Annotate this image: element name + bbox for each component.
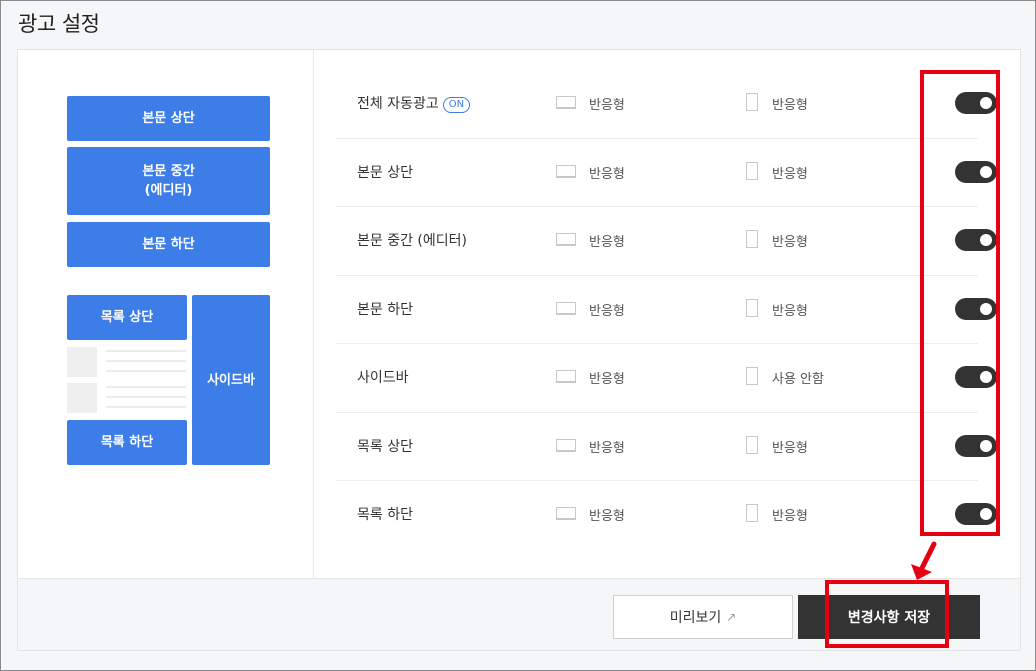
preview-list-bottom: 목록 하단 [67, 420, 187, 465]
row-label: 본문 하단 [357, 301, 413, 318]
pc-ad-type[interactable]: 반응형 [589, 231, 625, 250]
pc-ad-type[interactable]: 반응형 [589, 368, 625, 387]
list-thumbnail [67, 383, 97, 413]
mobile-ad-type[interactable]: 반응형 [772, 437, 808, 456]
external-link-icon: ↗ [726, 610, 737, 624]
row-label: 본문 중간 (에디터) [357, 233, 467, 249]
list-line [106, 350, 186, 352]
list-line [106, 386, 186, 388]
mobile-ad-type[interactable]: 반응형 [772, 300, 808, 319]
on-badge: ON [442, 97, 471, 113]
mobile-phone-icon [746, 93, 758, 111]
preview-list-top: 목록 상단 [67, 295, 187, 340]
list-line [106, 360, 186, 362]
ad-row-post-top: 본문 상단 반응형 반응형 [336, 139, 997, 207]
desktop-monitor-icon [556, 370, 576, 383]
preview-label: 미리보기 [669, 610, 722, 626]
page-title: 광고 설정 [18, 12, 100, 36]
list-thumbnail [67, 347, 97, 377]
ad-row-list-bottom: 목록 하단 반응형 반응형 [336, 481, 997, 550]
row-label: 사이드바 [357, 370, 409, 386]
red-arrow-icon [911, 541, 937, 580]
desktop-monitor-icon [556, 507, 576, 520]
mobile-phone-icon [746, 504, 758, 522]
mobile-ad-type[interactable]: 반응형 [772, 163, 808, 182]
mobile-phone-icon [746, 298, 758, 317]
desktop-monitor-icon [556, 164, 576, 178]
row-label-text: 전체 자동광고 [357, 96, 439, 112]
mobile-phone-icon [746, 230, 758, 248]
desktop-monitor-icon [556, 438, 576, 452]
ad-row-sidebar: 사이드바 반응형 사용 안함 [336, 344, 997, 413]
list-line [106, 370, 186, 372]
pc-ad-type[interactable]: 반응형 [589, 437, 625, 456]
preview-post-top: 본문 상단 [67, 96, 270, 141]
preview-sidebar: 사이드바 [192, 295, 270, 465]
desktop-monitor-icon [556, 301, 576, 315]
ad-settings-card: 본문 상단 본문 중간 (에디터) 본문 하단 목록 상단 목록 하단 사이드바… [17, 49, 1021, 651]
mobile-ad-type[interactable]: 반응형 [772, 94, 808, 113]
mobile-ad-type[interactable]: 반응형 [772, 231, 808, 250]
row-label: 전체 자동광고 ON [357, 93, 471, 113]
mobile-ad-type[interactable]: 반응형 [772, 505, 808, 524]
ad-slot-list: 전체 자동광고 ON 반응형 반응형 본문 상단 반응형 반응형 본문 중간 (에… [336, 70, 997, 550]
ad-row-post-bottom: 본문 하단 반응형 반응형 [336, 276, 997, 344]
mobile-ad-type[interactable]: 사용 안함 [772, 368, 824, 387]
pc-ad-type[interactable]: 반응형 [589, 505, 625, 524]
preview-post-middle: 본문 중간 (에디터) [67, 147, 270, 215]
row-label: 본문 상단 [357, 164, 413, 181]
ad-row-auto: 전체 자동광고 ON 반응형 반응형 [336, 70, 997, 139]
mobile-phone-icon [746, 367, 758, 385]
pc-ad-type[interactable]: 반응형 [589, 163, 625, 182]
pc-ad-type[interactable]: 반응형 [589, 94, 625, 113]
mobile-phone-icon [746, 161, 758, 180]
ad-row-post-middle: 본문 중간 (에디터) 반응형 반응형 [336, 207, 997, 276]
desktop-monitor-icon [556, 96, 576, 109]
list-line [106, 396, 186, 398]
ad-row-list-top: 목록 상단 반응형 반응형 [336, 413, 997, 481]
desktop-monitor-icon [556, 233, 576, 246]
save-button-highlight [825, 580, 949, 648]
preview-post-bottom: 본문 하단 [67, 222, 270, 267]
row-label: 목록 하단 [357, 507, 413, 523]
mobile-phone-icon [746, 435, 758, 454]
ad-layout-preview: 본문 상단 본문 중간 (에디터) 본문 하단 목록 상단 목록 하단 사이드바 [18, 50, 314, 578]
preview-button[interactable]: 미리보기 ↗ [613, 595, 793, 639]
pc-ad-type[interactable]: 반응형 [589, 300, 625, 319]
list-line [106, 406, 186, 408]
row-label: 목록 상단 [357, 438, 413, 455]
toggle-column-highlight [920, 70, 1000, 536]
